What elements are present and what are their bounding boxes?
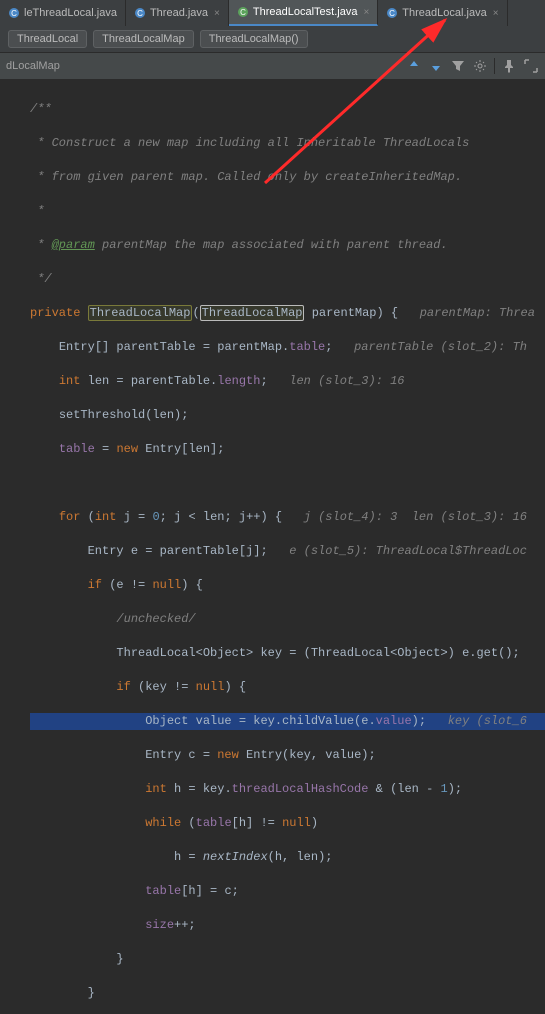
code-line: private ThreadLocalMap(ThreadLocalMap pa… [30,305,545,322]
tab-label: ThreadLocal.java [402,7,486,19]
code-line: h = nextIndex(h, len); [30,849,545,866]
tab-file-4[interactable]: C ThreadLocal.java × [378,0,507,26]
svg-text:C: C [389,9,395,18]
tab-file-1[interactable]: C leThreadLocal.java [0,0,126,26]
code-line: } [30,951,545,968]
javadoc-line: parentMap the map associated with parent… [95,238,448,252]
code-line: Entry e = parentTable[j]; e (slot_5): Th… [30,543,545,560]
settings-icon[interactable] [472,58,488,74]
tab-label: leThreadLocal.java [24,7,117,19]
close-icon[interactable]: × [214,8,220,19]
code-line [30,475,545,492]
tab-file-2[interactable]: C Thread.java × [126,0,229,26]
code-line: if (key != null) { [30,679,545,696]
java-test-icon: C [237,6,249,18]
code-line: /unchecked/ [30,611,545,628]
svg-text:C: C [240,8,246,17]
java-class-icon: C [386,7,398,19]
pin-icon[interactable] [501,58,517,74]
tab-label: Thread.java [150,7,208,19]
code-editor[interactable]: /** * Construct a new map including all … [0,80,545,1014]
code-line: table[h] = c; [30,883,545,900]
code-line: Entry[] parentTable = parentMap.table; p… [30,339,545,356]
code-line: table = new Entry[len]; [30,441,545,458]
close-icon[interactable]: × [493,8,499,19]
java-class-icon: C [134,7,146,19]
javadoc-line: * Construct a new map including all Inhe… [30,136,469,150]
code-line: size++; [30,917,545,934]
arrow-up-icon[interactable] [406,58,422,74]
code-line: } [30,985,545,1002]
code-line: int h = key.threadLocalHashCode & (len -… [30,781,545,798]
editor-tabs: C leThreadLocal.java C Thread.java × C T… [0,0,545,26]
javadoc-line: * from given parent map. Called only by … [30,170,462,184]
breadcrumb-bar: ThreadLocal ThreadLocalMap ThreadLocalMa… [0,26,545,52]
svg-text:C: C [137,9,143,18]
code-line: for (int j = 0; j < len; j++) { j (slot_… [30,509,545,526]
find-query-text[interactable]: dLocalMap [6,60,400,72]
arrow-down-icon[interactable] [428,58,444,74]
code-line: int len = parentTable.length; len (slot_… [30,373,545,390]
breadcrumb-item[interactable]: ThreadLocal [8,30,87,48]
javadoc-tag: @param [52,238,95,252]
funnel-icon[interactable] [450,58,466,74]
javadoc-line: * [30,238,52,252]
code-line: while (table[h] != null) [30,815,545,832]
code-line: Entry c = new Entry(key, value); [30,747,545,764]
breadcrumb-item[interactable]: ThreadLocalMap [93,30,194,48]
java-class-icon: C [8,7,20,19]
javadoc-line: * [30,204,44,218]
tab-file-3[interactable]: C ThreadLocalTest.java × [229,0,378,26]
tab-label: ThreadLocalTest.java [253,6,358,18]
code-line: setThreshold(len); [30,407,545,424]
javadoc-line: /** [30,102,52,116]
svg-text:C: C [11,9,17,18]
find-toolbar: dLocalMap [0,52,545,80]
code-line: if (e != null) { [30,577,545,594]
expand-icon[interactable] [523,58,539,74]
code-line-highlighted: Object value = key.childValue(e.value); … [30,713,545,730]
code-line: ThreadLocal<Object> key = (ThreadLocal<O… [30,645,545,662]
close-icon[interactable]: × [363,7,369,18]
breadcrumb-item[interactable]: ThreadLocalMap() [200,30,308,48]
javadoc-line: */ [30,272,52,286]
